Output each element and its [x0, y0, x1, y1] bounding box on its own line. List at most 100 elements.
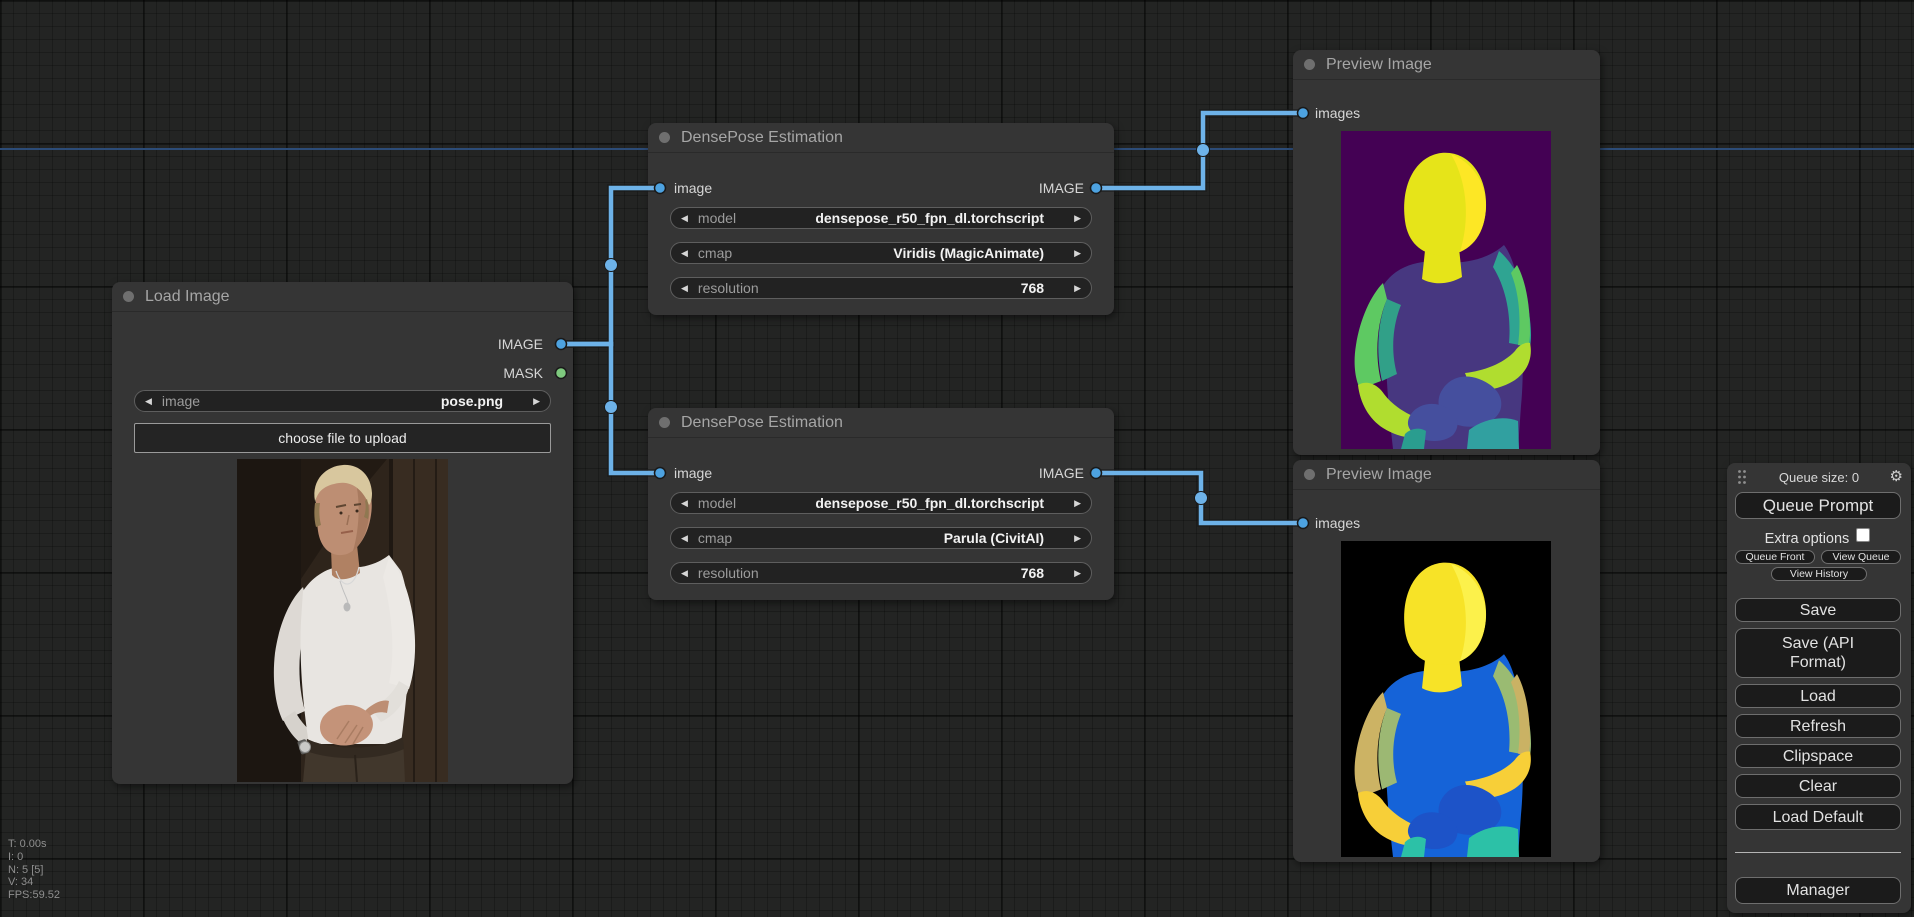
widget-value: 768	[1020, 280, 1045, 296]
save-button[interactable]: Save	[1735, 598, 1901, 622]
extra-options-checkbox[interactable]	[1856, 528, 1871, 542]
widget-label: cmap	[697, 245, 733, 261]
image-combo-widget[interactable]: ◀ image pose.png ▶	[134, 390, 551, 412]
collapse-dot-icon[interactable]	[659, 132, 670, 143]
cmap-combo-widget[interactable]: ◀ cmap Parula (CivitAI) ▶	[670, 527, 1092, 549]
next-value-arrow-icon[interactable]: ▶	[1064, 207, 1091, 229]
collapse-dot-icon[interactable]	[123, 291, 134, 302]
prev-value-arrow-icon[interactable]: ◀	[135, 390, 162, 412]
canvas-stats: T: 0.00s I: 0 N: 5 [5] V: 34 FPS:59.52	[8, 838, 60, 902]
link-midpoint-dot[interactable]	[1194, 491, 1208, 505]
link-load-to-densepose-1[interactable]	[563, 185, 660, 347]
node-title: Preview Image	[1326, 56, 1432, 73]
stat-iterations: I: 0	[8, 850, 24, 863]
widget-label: model	[697, 495, 737, 511]
input-slot-label: images	[1315, 515, 1361, 531]
menu-divider	[1735, 852, 1901, 853]
widget-label: cmap	[697, 530, 733, 546]
widget-label: model	[697, 210, 737, 226]
increment-arrow-icon[interactable]: ▶	[1064, 277, 1091, 299]
widget-value: pose.png	[440, 393, 504, 409]
refresh-button[interactable]: Refresh	[1735, 714, 1901, 738]
densepose-viridis-result-image	[1341, 131, 1551, 449]
node-preview-1-header[interactable]: Preview Image	[1293, 50, 1600, 80]
link-densepose-2-to-preview-2[interactable]	[1096, 470, 1303, 526]
collapse-dot-icon[interactable]	[659, 417, 670, 428]
node-title: DensePose Estimation	[681, 414, 843, 431]
clear-button[interactable]: Clear	[1735, 774, 1901, 798]
output-slot-label-image: IMAGE	[497, 336, 543, 352]
widget-label: resolution	[697, 565, 759, 581]
input-slot-label: images	[1315, 105, 1361, 121]
link-load-to-densepose-2[interactable]	[563, 341, 660, 476]
widget-value: densepose_r50_fpn_dl.torchscript	[815, 210, 1045, 226]
clipspace-button[interactable]: Clipspace	[1735, 744, 1901, 768]
view-queue-button[interactable]: View Queue	[1821, 550, 1901, 564]
stat-version: V: 34	[8, 876, 34, 889]
stat-fps: FPS:59.52	[8, 889, 60, 902]
collapse-dot-icon[interactable]	[1304, 469, 1315, 480]
model-combo-widget[interactable]: ◀ model densepose_r50_fpn_dl.torchscript…	[670, 207, 1092, 229]
widget-value: 768	[1020, 565, 1045, 581]
node-preview-2-header[interactable]: Preview Image	[1293, 460, 1600, 490]
node-densepose-1[interactable]: DensePose Estimation image IMAGE ◀ model…	[648, 123, 1114, 315]
decrement-arrow-icon[interactable]: ◀	[671, 277, 698, 299]
widget-label: image	[161, 393, 201, 409]
cmap-combo-widget[interactable]: ◀ cmap Viridis (MagicAnimate) ▶	[670, 242, 1092, 264]
output-slot-label: IMAGE	[1038, 465, 1084, 481]
output-slot-label-mask: MASK	[503, 365, 543, 381]
stat-nodes: N: 5 [5]	[8, 863, 44, 876]
load-button[interactable]: Load	[1735, 684, 1901, 708]
increment-arrow-icon[interactable]: ▶	[1064, 562, 1091, 584]
manager-button[interactable]: Manager	[1735, 877, 1901, 904]
node-densepose-2-header[interactable]: DensePose Estimation	[648, 408, 1114, 438]
widget-value: Parula (CivitAI)	[943, 530, 1045, 546]
node-title: DensePose Estimation	[681, 129, 843, 146]
loaded-photo-preview	[237, 459, 448, 782]
input-slot-label: image	[674, 180, 713, 196]
node-load-image-header[interactable]: Load Image	[112, 282, 573, 312]
link-midpoint-dot[interactable]	[604, 258, 618, 272]
node-title: Load Image	[145, 288, 230, 305]
load-default-button[interactable]: Load Default	[1735, 804, 1901, 830]
queue-prompt-button[interactable]: Queue Prompt	[1735, 492, 1901, 519]
next-value-arrow-icon[interactable]: ▶	[1064, 492, 1091, 514]
next-value-arrow-icon[interactable]: ▶	[1064, 242, 1091, 264]
resolution-number-widget[interactable]: ◀ resolution 768 ▶	[670, 277, 1092, 299]
decrement-arrow-icon[interactable]: ◀	[671, 562, 698, 584]
densepose-parula-result-image	[1341, 541, 1551, 857]
prev-value-arrow-icon[interactable]: ◀	[671, 492, 698, 514]
collapse-dot-icon[interactable]	[1304, 59, 1315, 70]
queue-front-button[interactable]: Queue Front	[1735, 550, 1815, 564]
view-history-button[interactable]: View History	[1771, 567, 1867, 581]
node-graph-canvas[interactable]: Load Image IMAGE MASK ◀ image pose.png ▶…	[0, 0, 1914, 917]
input-slot-label: image	[674, 465, 713, 481]
prev-value-arrow-icon[interactable]: ◀	[671, 207, 698, 229]
model-combo-widget[interactable]: ◀ model densepose_r50_fpn_dl.torchscript…	[670, 492, 1092, 514]
queue-size-label: Queue size: 0	[1778, 470, 1860, 485]
widget-value: Viridis (MagicAnimate)	[893, 245, 1045, 261]
node-load-image[interactable]: Load Image IMAGE MASK ◀ image pose.png ▶…	[112, 282, 573, 784]
stat-time: T: 0.00s	[8, 838, 47, 850]
choose-file-button[interactable]: choose file to upload	[134, 423, 551, 453]
widget-value: densepose_r50_fpn_dl.torchscript	[815, 495, 1045, 511]
resolution-number-widget[interactable]: ◀ resolution 768 ▶	[670, 562, 1092, 584]
prev-value-arrow-icon[interactable]: ◀	[671, 242, 698, 264]
settings-gear-icon[interactable]: ⚙	[1890, 467, 1903, 485]
prev-value-arrow-icon[interactable]: ◀	[671, 527, 698, 549]
extra-options-label: Extra options	[1764, 531, 1850, 547]
comfy-menu-panel[interactable]: Queue size: 0 ⚙ Queue Prompt Extra optio…	[1727, 463, 1911, 913]
node-densepose-1-header[interactable]: DensePose Estimation	[648, 123, 1114, 153]
save-api-format-button[interactable]: Save (API Format)	[1735, 628, 1901, 678]
widget-label: resolution	[697, 280, 759, 296]
node-densepose-2[interactable]: DensePose Estimation image IMAGE ◀ model…	[648, 408, 1114, 600]
link-midpoint-dot[interactable]	[1196, 143, 1210, 157]
node-preview-image-1[interactable]: Preview Image images	[1293, 50, 1600, 455]
link-densepose-1-to-preview-1[interactable]	[1096, 110, 1303, 191]
node-title: Preview Image	[1326, 466, 1432, 483]
node-preview-image-2[interactable]: Preview Image images	[1293, 460, 1600, 862]
next-value-arrow-icon[interactable]: ▶	[1064, 527, 1091, 549]
output-slot-label: IMAGE	[1038, 180, 1084, 196]
link-midpoint-dot[interactable]	[604, 400, 618, 414]
next-value-arrow-icon[interactable]: ▶	[523, 390, 550, 412]
